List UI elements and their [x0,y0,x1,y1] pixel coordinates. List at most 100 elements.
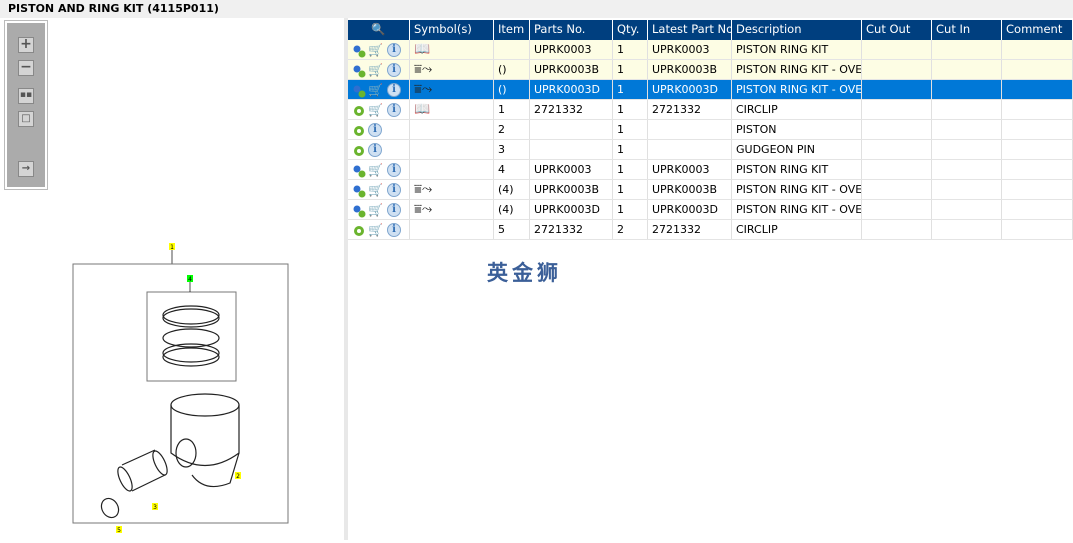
callout-4[interactable]: 4 [188,276,192,283]
multi-gear-icon[interactable] [352,204,366,217]
cart-icon[interactable]: 🛒 [368,103,384,117]
cut-in-cell [932,140,1002,159]
book-icon[interactable]: 📖 [414,102,430,117]
cut-out-cell [862,180,932,199]
item-cell: 5 [494,220,530,239]
parts-no-cell: 2721332 [530,100,613,119]
col-symbols[interactable]: Symbol(s) [410,20,494,40]
diagram-toolbar: + − ▪▪ □ → [4,20,48,190]
item-cell: 3 [494,140,530,159]
multi-gear-icon[interactable] [352,184,366,197]
cart-icon[interactable]: 🛒 [368,83,384,97]
info-icon[interactable]: i [368,123,382,137]
cut-in-cell [932,220,1002,239]
table-row[interactable]: 🛒 i ⩸⤳ (4) UPRK0003D 1 UPRK0003D PISTON R… [348,200,1073,220]
table-row[interactable]: i 3 1 GUDGEON PIN [348,140,1073,160]
info-icon[interactable]: i [387,183,401,197]
table-row[interactable]: 🛒 i 5 2721332 2 2721332 CIRCLIP [348,220,1073,240]
alternative-part-icon[interactable]: ⩸⤳ [414,62,432,77]
info-icon[interactable]: i [387,103,401,117]
cut-in-cell [932,120,1002,139]
cut-in-cell [932,80,1002,99]
comment-cell [1002,100,1073,119]
latest-part-cell: UPRK0003B [648,180,732,199]
cart-icon[interactable]: 🛒 [368,43,384,57]
table-row[interactable]: 🛒 i ⩸⤳ () UPRK0003D 1 UPRK0003D PISTON RI… [348,80,1073,100]
gear-icon[interactable] [352,224,365,237]
multi-gear-icon[interactable] [352,64,366,77]
latest-part-cell: UPRK0003 [648,40,732,59]
gear-icon[interactable] [352,104,365,117]
callout-1[interactable]: 1 [170,244,174,251]
callout-2[interactable]: 2 [236,473,240,480]
col-cut-in[interactable]: Cut In [932,20,1002,40]
comment-cell [1002,60,1073,79]
multi-gear-icon[interactable] [352,84,366,97]
table-row[interactable]: 🛒 i ⩸⤳ (4) UPRK0003B 1 UPRK0003B PISTON R… [348,180,1073,200]
cut-out-cell [862,160,932,179]
table-row[interactable]: 🛒 i 📖 1 2721332 1 2721332 CIRCLIP [348,100,1073,120]
cut-out-cell [862,120,932,139]
comment-cell [1002,40,1073,59]
parts-no-cell: UPRK0003D [530,80,613,99]
parts-no-cell: UPRK0003B [530,60,613,79]
cart-icon[interactable]: 🛒 [368,63,384,77]
table-row[interactable]: i 2 1 PISTON [348,120,1073,140]
col-qty[interactable]: Qty. [613,20,648,40]
cart-icon[interactable]: 🛒 [368,223,384,237]
cart-icon[interactable]: 🛒 [368,203,384,217]
qty-cell: 1 [613,140,648,159]
info-icon[interactable]: i [387,203,401,217]
callout-5[interactable]: 5 [117,527,121,534]
col-parts-no[interactable]: Parts No. [530,20,613,40]
actual-size-button[interactable]: □ [18,111,34,127]
qty-cell: 1 [613,40,648,59]
gear-icon[interactable] [352,124,365,137]
zoom-out-button[interactable]: − [18,60,34,76]
cut-in-cell [932,60,1002,79]
multi-gear-icon[interactable] [352,164,366,177]
col-item[interactable]: Item [494,20,530,40]
col-latest-part-no[interactable]: Latest Part No. [648,20,732,40]
watermark: 英金狮 [487,261,562,285]
qty-cell: 1 [613,120,648,139]
col-comment[interactable]: Comment [1002,20,1073,40]
alternative-part-icon[interactable]: ⩸⤳ [414,202,432,217]
cart-icon[interactable]: 🛒 [368,163,384,177]
cut-in-cell [932,180,1002,199]
info-icon[interactable]: i [387,43,401,57]
item-cell: 2 [494,120,530,139]
col-description[interactable]: Description [732,20,862,40]
info-icon[interactable]: i [387,63,401,77]
qty-cell: 1 [613,160,648,179]
info-icon[interactable]: i [368,143,382,157]
comment-cell [1002,120,1073,139]
table-row[interactable]: 🛒 i 📖 UPRK0003 1 UPRK0003 PISTON RING KIT [348,40,1073,60]
info-icon[interactable]: i [387,223,401,237]
item-cell: () [494,80,530,99]
cut-out-cell [862,60,932,79]
comment-cell [1002,140,1073,159]
alternative-part-icon[interactable]: ⩸⤳ [414,82,432,97]
fit-all-button[interactable]: ▪▪ [18,88,34,104]
cut-in-cell [932,100,1002,119]
callout-3[interactable]: 3 [153,504,157,511]
book-icon[interactable]: 📖 [414,42,430,57]
info-icon[interactable]: i [387,163,401,177]
multi-gear-icon[interactable] [352,44,366,57]
gear-icon[interactable] [352,144,365,157]
table-row[interactable]: 🛒 i ⩸⤳ () UPRK0003B 1 UPRK0003B PISTON RI… [348,60,1073,80]
cart-icon[interactable]: 🛒 [368,183,384,197]
zoom-in-button[interactable]: + [18,37,34,53]
diagram-panel: + − ▪▪ □ → 1 4 2 3 5 [0,18,344,540]
table-header: 🔍 Symbol(s) Item Parts No. Qty. Latest P… [348,20,1073,40]
search-column-icon[interactable]: 🔍 [348,20,410,40]
export-button[interactable]: → [18,161,34,177]
description-cell: PISTON RING KIT - OVERSIZE [732,180,862,199]
info-icon[interactable]: i [387,83,401,97]
cut-out-cell [862,140,932,159]
table-row[interactable]: 🛒 i 4 UPRK0003 1 UPRK0003 PISTON RING KIT [348,160,1073,180]
comment-cell [1002,180,1073,199]
col-cut-out[interactable]: Cut Out [862,20,932,40]
alternative-part-icon[interactable]: ⩸⤳ [414,182,432,197]
